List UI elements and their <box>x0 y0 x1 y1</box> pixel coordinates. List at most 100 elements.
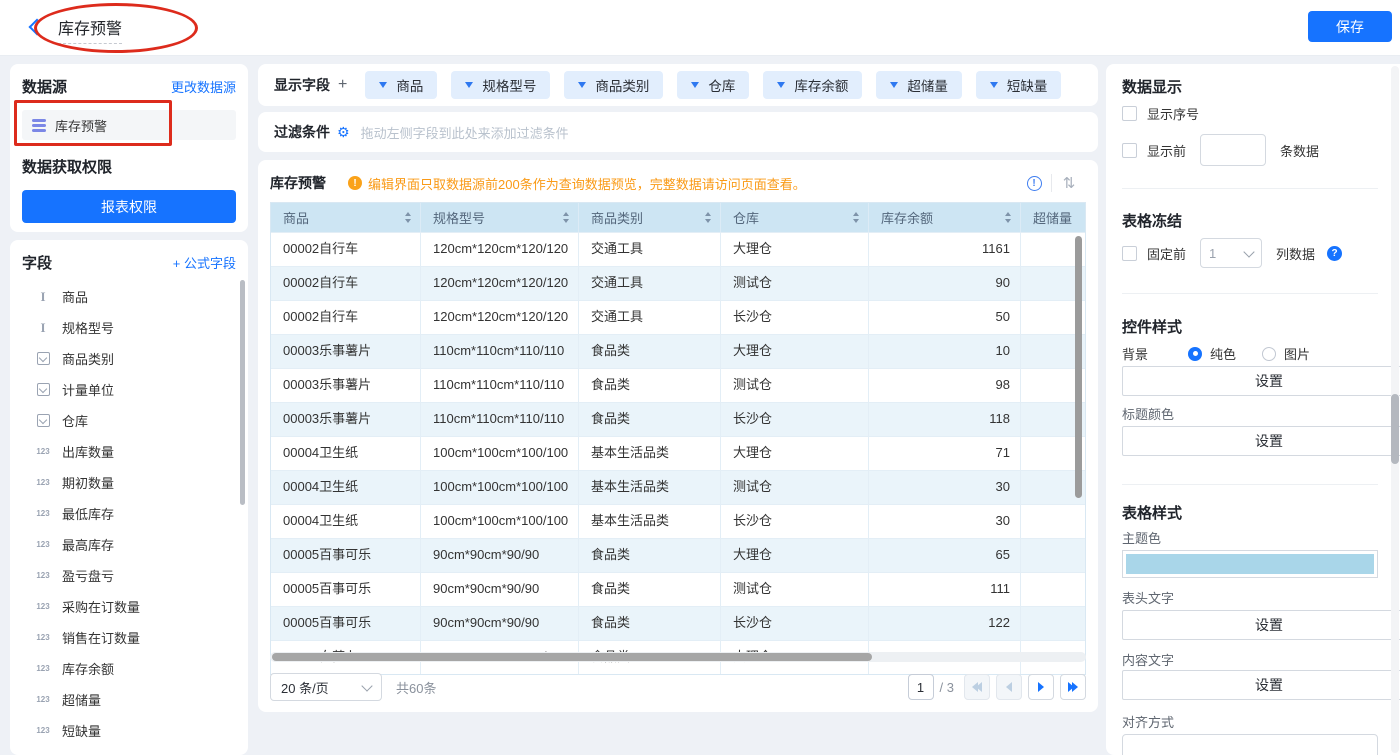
table-cell: 122 <box>869 607 1021 640</box>
column-header[interactable]: 超储量 <box>1021 203 1085 232</box>
report-permission-button[interactable]: 报表权限 <box>22 190 236 223</box>
prev-page-button[interactable] <box>996 674 1022 700</box>
field-item[interactable]: 123销售在订数量 <box>22 622 236 653</box>
table-sort-button[interactable]: ⇅ <box>1052 171 1086 195</box>
align-control[interactable] <box>1122 734 1378 755</box>
display-field-chip[interactable]: 超储量 <box>876 71 962 99</box>
show-first-prefix: 显示前 <box>1147 141 1186 160</box>
field-item[interactable]: 123盈亏盘亏 <box>22 560 236 591</box>
column-header[interactable]: 商品 <box>271 203 421 232</box>
theme-color-label: 主题色 <box>1122 528 1378 547</box>
panel-scrollbar[interactable] <box>1391 394 1399 464</box>
solid-option-label[interactable]: 纯色 <box>1210 344 1236 363</box>
column-header[interactable]: 库存余额 <box>869 203 1021 232</box>
radio-unselected-icon[interactable] <box>1262 347 1276 361</box>
datasource-card: 数据源 更改数据源 库存预警 数据获取权限 报表权限 <box>10 64 248 232</box>
header-text-set-button[interactable]: 设置 <box>1122 610 1400 640</box>
sort-icon[interactable] <box>563 212 569 223</box>
theme-color-swatch[interactable] <box>1122 550 1378 578</box>
page-size-select[interactable]: 20 条/页 <box>270 673 382 701</box>
field-item[interactable]: I规格型号 <box>22 312 236 343</box>
sort-icon[interactable] <box>705 212 711 223</box>
first-page-button[interactable] <box>964 674 990 700</box>
display-field-chip[interactable]: 商品 <box>365 71 437 99</box>
show-index-checkbox[interactable] <box>1122 106 1137 121</box>
column-header[interactable]: 规格型号 <box>421 203 579 232</box>
field-item[interactable]: 计量单位 <box>22 374 236 405</box>
column-header[interactable]: 仓库 <box>721 203 869 232</box>
table-cell: 食品类 <box>579 335 721 368</box>
datasource-item[interactable]: 库存预警 <box>22 110 236 140</box>
background-set-button[interactable]: 设置 <box>1122 366 1400 396</box>
number-field-icon: 123 <box>34 447 52 456</box>
select-field-icon <box>34 414 52 427</box>
field-item[interactable]: 123超储量 <box>22 684 236 715</box>
table-info-button[interactable]: ! <box>1017 171 1051 195</box>
table-cell: 测试仓 <box>721 573 869 606</box>
sort-icon[interactable] <box>405 212 411 223</box>
field-item[interactable]: 商品类别 <box>22 343 236 374</box>
sort-icon[interactable] <box>853 212 859 223</box>
column-header-label: 商品类别 <box>591 208 643 227</box>
display-fields-label: 显示字段 <box>274 75 330 95</box>
table-cell: 110cm*110cm*110/110 <box>421 335 579 368</box>
display-field-chip[interactable]: 仓库 <box>677 71 749 99</box>
field-label: 最低库存 <box>62 504 114 523</box>
filter-bar[interactable]: 过滤条件 ⚙ 拖动左侧字段到此处来添加过滤条件 <box>258 112 1098 152</box>
table-vertical-scrollbar[interactable] <box>1075 236 1082 498</box>
last-page-button[interactable] <box>1060 674 1086 700</box>
header-text-label: 表头文字 <box>1122 588 1378 607</box>
table-cell: 1161 <box>869 233 1021 266</box>
number-field-icon: 123 <box>34 540 52 549</box>
background-solid-option[interactable]: 纯色 <box>1188 344 1236 363</box>
gear-icon[interactable]: ⚙ <box>337 124 350 141</box>
display-field-chip[interactable]: 库存余额 <box>763 71 862 99</box>
next-page-button[interactable] <box>1028 674 1054 700</box>
table-cell: 大理仓 <box>721 233 869 266</box>
radio-selected-icon[interactable] <box>1188 347 1202 361</box>
show-first-checkbox[interactable] <box>1122 143 1137 158</box>
table-horizontal-scrollbar[interactable] <box>272 653 872 661</box>
change-datasource-link[interactable]: 更改数据源 <box>171 77 236 96</box>
table-cell: 00004卫生纸 <box>271 437 421 470</box>
show-first-count-input[interactable] <box>1200 134 1266 166</box>
field-item[interactable]: 123短缺量 <box>22 715 236 746</box>
field-item[interactable]: 123库存余额 <box>22 653 236 684</box>
field-item[interactable]: 123最高库存 <box>22 529 236 560</box>
title-color-label: 标题颜色 <box>1122 404 1378 423</box>
freeze-checkbox[interactable] <box>1122 246 1137 261</box>
content-text-set-button[interactable]: 设置 <box>1122 670 1400 700</box>
image-option-label[interactable]: 图片 <box>1284 344 1310 363</box>
field-item[interactable]: 仓库 <box>22 405 236 436</box>
fields-scrollbar[interactable] <box>240 280 245 505</box>
add-display-field-button[interactable]: + <box>338 76 347 94</box>
background-image-option[interactable]: 图片 <box>1262 344 1310 363</box>
table-row: 00003乐事薯片110cm*110cm*110/110食品类测试仓98 <box>271 368 1085 402</box>
field-item[interactable]: 123采购在订数量 <box>22 591 236 622</box>
title-color-set-button[interactable]: 设置 <box>1122 426 1400 456</box>
column-header[interactable]: 商品类别 <box>579 203 721 232</box>
table-cell: 长沙仓 <box>721 505 869 538</box>
field-label: 短缺量 <box>62 721 101 740</box>
select-field-box <box>37 352 50 365</box>
table-cell: 大理仓 <box>721 539 869 572</box>
field-item[interactable]: 123最低库存 <box>22 498 236 529</box>
freeze-heading: 表格冻结 <box>1122 210 1378 231</box>
field-item[interactable]: 123出库数量 <box>22 436 236 467</box>
field-item[interactable]: 123期初数量 <box>22 467 236 498</box>
display-field-chip[interactable]: 短缺量 <box>976 71 1062 99</box>
display-field-chip[interactable]: 规格型号 <box>451 71 550 99</box>
select-field-box <box>37 383 50 396</box>
add-formula-field-link[interactable]: + 公式字段 <box>173 253 236 272</box>
table-cell: 120cm*120cm*120/120 <box>421 301 579 334</box>
sort-icon[interactable] <box>1005 212 1011 223</box>
display-field-chip[interactable]: 商品类别 <box>564 71 663 99</box>
save-button[interactable]: 保存 <box>1308 11 1392 42</box>
show-index-label[interactable]: 显示序号 <box>1147 104 1199 123</box>
settings-panel: 数据显示 显示序号 显示前 条数据 表格冻结 固定前 1 列数据 ? 控件样式 … <box>1106 64 1400 755</box>
back-icon[interactable] <box>29 19 46 36</box>
current-page-input[interactable]: 1 <box>908 674 934 700</box>
freeze-count-select[interactable]: 1 <box>1200 238 1262 268</box>
field-item[interactable]: I商品 <box>22 281 236 312</box>
help-icon[interactable]: ? <box>1327 246 1342 261</box>
